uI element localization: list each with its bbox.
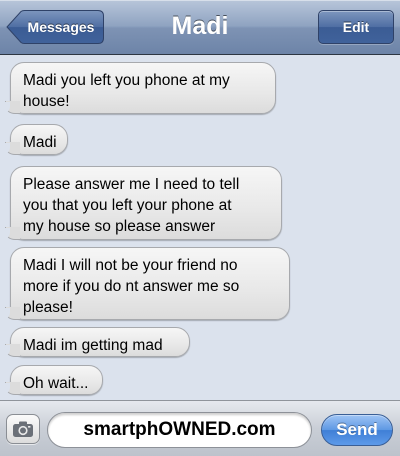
received-message: Madi I will not be your friend no more i… (0, 247, 290, 320)
navigation-bar: Messages Madi Edit (0, 0, 400, 55)
message-composer: smartphOWNED.com Send (0, 400, 400, 456)
send-button[interactable]: Send (321, 414, 393, 446)
received-message: Please answer me I need to tell you that… (0, 166, 282, 240)
message-list: Madi you left you phone at my house! Mad… (0, 55, 400, 400)
message-input[interactable]: smartphOWNED.com (47, 412, 312, 448)
received-message: Madi you left you phone at my house! (0, 62, 276, 114)
received-message: Madi im getting mad (0, 327, 190, 357)
received-message: Oh wait... (0, 365, 103, 395)
edit-button[interactable]: Edit (318, 10, 394, 44)
camera-icon (13, 421, 33, 437)
camera-button[interactable] (6, 414, 40, 444)
received-message: Madi (0, 124, 68, 155)
